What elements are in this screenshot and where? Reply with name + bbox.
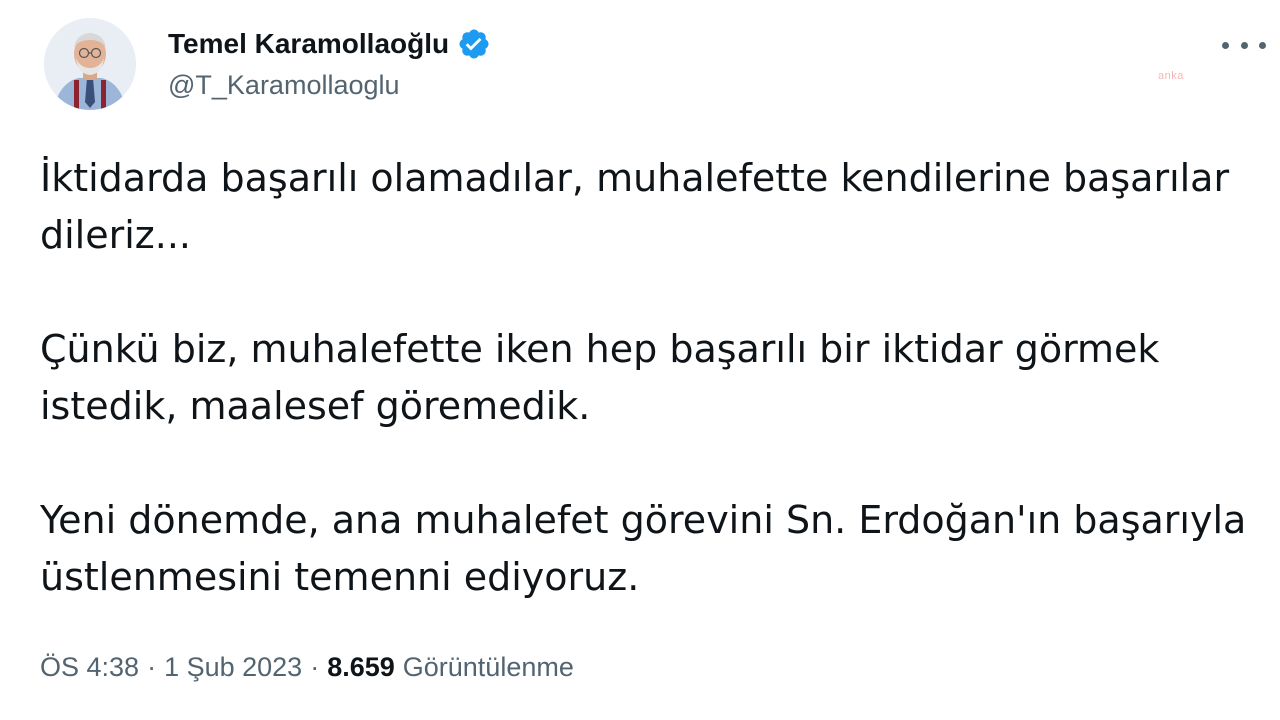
meta-separator: · xyxy=(310,652,320,682)
verified-badge-icon xyxy=(457,27,491,61)
author-name-row[interactable]: Temel Karamollaoğlu xyxy=(168,26,491,62)
tweet-card: Temel Karamollaoğlu @T_Karamollaoglu ank… xyxy=(0,0,1280,720)
more-dot xyxy=(1240,41,1248,49)
tweet-date[interactable]: 1 Şub 2023 xyxy=(164,652,302,683)
tweet-paragraph: Yeni dönemde, ana muhalefet görevini Sn.… xyxy=(40,498,1247,599)
author-display-name[interactable]: Temel Karamollaoğlu xyxy=(168,28,449,60)
tweet-paragraph: Çünkü biz, muhalefette iken hep başarılı… xyxy=(40,327,1160,428)
tweet-time[interactable]: ÖS 4:38 xyxy=(40,652,139,683)
tweet-paragraph: İktidarda başarılı olamadılar, muhalefet… xyxy=(40,156,1230,257)
more-options-icon[interactable] xyxy=(1222,30,1266,60)
more-dot xyxy=(1259,41,1266,49)
avatar[interactable] xyxy=(44,18,136,110)
views-count: 8.659 xyxy=(327,652,395,682)
meta-separator: · xyxy=(147,652,157,682)
tweet-text: İktidarda başarılı olamadılar, muhalefet… xyxy=(40,150,1260,606)
author-handle[interactable]: @T_Karamollaoglu xyxy=(168,70,400,101)
views-label: Görüntülenme xyxy=(402,652,574,682)
avatar-portrait-icon xyxy=(44,18,136,110)
tweet-meta: ÖS 4:38 · 1 Şub 2023 · 8.659 Görüntülenm… xyxy=(40,652,574,683)
more-dot xyxy=(1222,41,1229,49)
watermark-logo: anka xyxy=(1158,70,1184,82)
